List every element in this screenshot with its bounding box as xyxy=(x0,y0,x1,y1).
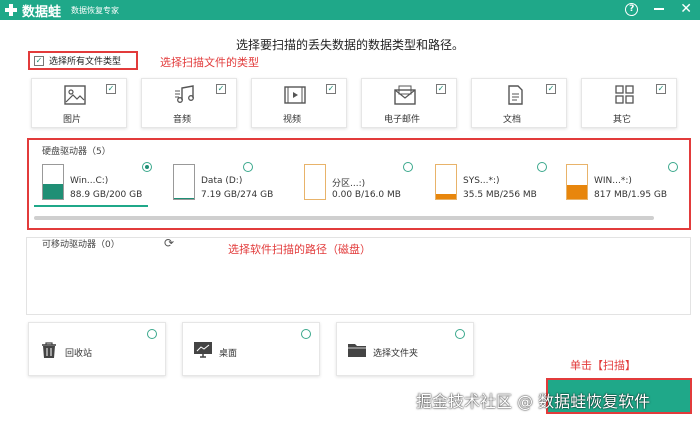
drive-size: 817 MB/1.95 GB xyxy=(594,190,668,200)
logo-cross-icon xyxy=(4,3,18,17)
radio-icon[interactable] xyxy=(537,162,547,172)
watermark: 掘金技术社区 @ 数据蛙恢复软件 xyxy=(416,392,651,411)
drive-name: Win...C:) xyxy=(70,176,109,186)
drive-name: SYS...*:) xyxy=(463,176,500,186)
recycle-bin-icon xyxy=(42,342,56,358)
hard-drives-title: 硬盘驱动器（5） xyxy=(42,147,111,157)
file-type-video[interactable]: ✓ 视频 xyxy=(251,78,347,128)
annotation-scan: 单击【扫描】 xyxy=(570,359,636,372)
drive-icon xyxy=(173,164,195,200)
location-select-folder[interactable]: 选择文件夹 xyxy=(336,322,474,376)
app-logo: 数据蛙 xyxy=(4,1,61,20)
refresh-icon[interactable]: ⟳ xyxy=(164,236,174,250)
checkbox-checked-icon[interactable]: ✓ xyxy=(216,84,226,94)
drive-size: 7.19 GB/274 GB xyxy=(201,190,274,200)
drives-horizontal-scrollbar[interactable] xyxy=(34,216,654,220)
drive-sys[interactable]: SYS...*:) 35.5 MB/256 MB xyxy=(435,162,547,210)
app-name: 数据蛙 xyxy=(22,4,62,20)
music-icon xyxy=(175,85,194,103)
radio-icon[interactable] xyxy=(243,162,253,172)
desktop-icon xyxy=(194,342,212,358)
drive-size: 35.5 MB/256 MB xyxy=(463,190,537,200)
file-type-label: 音频 xyxy=(172,115,191,125)
location-label: 选择文件夹 xyxy=(373,349,419,359)
email-icon xyxy=(394,85,416,105)
image-icon xyxy=(64,85,86,105)
file-type-label: 电子邮件 xyxy=(383,115,420,125)
file-type-email[interactable]: ✓ 电子邮件 xyxy=(361,78,457,128)
drive-name: WIN...*:) xyxy=(594,176,632,186)
minimize-icon[interactable] xyxy=(654,8,665,10)
location-desktop[interactable]: 桌面 xyxy=(182,322,320,376)
radio-selected-icon[interactable] xyxy=(142,162,152,172)
removable-drives-title: 可移动驱动器（0） xyxy=(42,240,120,250)
help-icon[interactable]: ? xyxy=(625,2,639,16)
checkbox-checked-icon[interactable]: ✓ xyxy=(106,84,116,94)
file-type-other[interactable]: ✓ 其它 xyxy=(581,78,677,128)
checkbox-checked-icon[interactable]: ✓ xyxy=(546,84,556,94)
other-icon xyxy=(615,85,634,104)
annotation-path: 选择软件扫描的路径（磁盘） xyxy=(228,243,371,256)
radio-icon[interactable] xyxy=(668,162,678,172)
annotation-file-types: 选择扫描文件的类型 xyxy=(160,56,259,69)
location-label: 回收站 xyxy=(65,349,93,359)
title-bar: 数据蛙 数据恢复专家 ? ✕ xyxy=(0,0,700,20)
checkbox-checked-icon[interactable]: ✓ xyxy=(436,84,446,94)
radio-icon[interactable] xyxy=(403,162,413,172)
location-label: 桌面 xyxy=(219,349,238,359)
drive-name: Data (D:) xyxy=(201,176,243,186)
file-type-label: 图片 xyxy=(62,115,81,125)
file-type-audio[interactable]: ✓ 音频 xyxy=(141,78,237,128)
file-type-document[interactable]: ✓ 文档 xyxy=(471,78,567,128)
drive-icon xyxy=(435,164,457,200)
drive-win[interactable]: WIN...*:) 817 MB/1.95 GB xyxy=(566,162,678,210)
folder-icon xyxy=(348,344,366,357)
selected-drive-indicator xyxy=(34,205,148,207)
document-icon xyxy=(508,85,523,105)
select-all-label: 选择所有文件类型 xyxy=(49,57,122,67)
select-all-checkbox[interactable]: ✓ 选择所有文件类型 xyxy=(34,54,121,67)
file-type-label: 其它 xyxy=(612,115,631,125)
radio-icon[interactable] xyxy=(455,329,465,339)
checkbox-checked-icon[interactable]: ✓ xyxy=(656,84,666,94)
file-type-image[interactable]: ✓ 图片 xyxy=(31,78,127,128)
checkbox-checked-icon[interactable]: ✓ xyxy=(326,84,336,94)
checkbox-checked-icon[interactable]: ✓ xyxy=(34,55,44,66)
drive-icon xyxy=(566,164,588,200)
drive-d[interactable]: Data (D:) 7.19 GB/274 GB xyxy=(173,162,285,210)
file-type-label: 视频 xyxy=(282,115,301,125)
file-type-label: 文档 xyxy=(502,115,521,125)
drive-partition[interactable]: 分区...:) 0.00 B/16.0 MB xyxy=(304,162,416,210)
close-icon[interactable]: ✕ xyxy=(680,2,692,16)
drive-name: 分区...:) xyxy=(332,179,366,189)
radio-icon[interactable] xyxy=(147,329,157,339)
drive-size: 88.9 GB/200 GB xyxy=(70,190,143,200)
video-icon xyxy=(284,86,306,104)
app-subtitle: 数据恢复专家 xyxy=(71,5,120,15)
radio-icon[interactable] xyxy=(301,329,311,339)
drive-size: 0.00 B/16.0 MB xyxy=(332,190,401,200)
drive-icon xyxy=(42,164,64,200)
drive-icon xyxy=(304,164,326,200)
drive-c[interactable]: Win...C:) 88.9 GB/200 GB xyxy=(42,162,154,210)
location-recycle-bin[interactable]: 回收站 xyxy=(28,322,166,376)
